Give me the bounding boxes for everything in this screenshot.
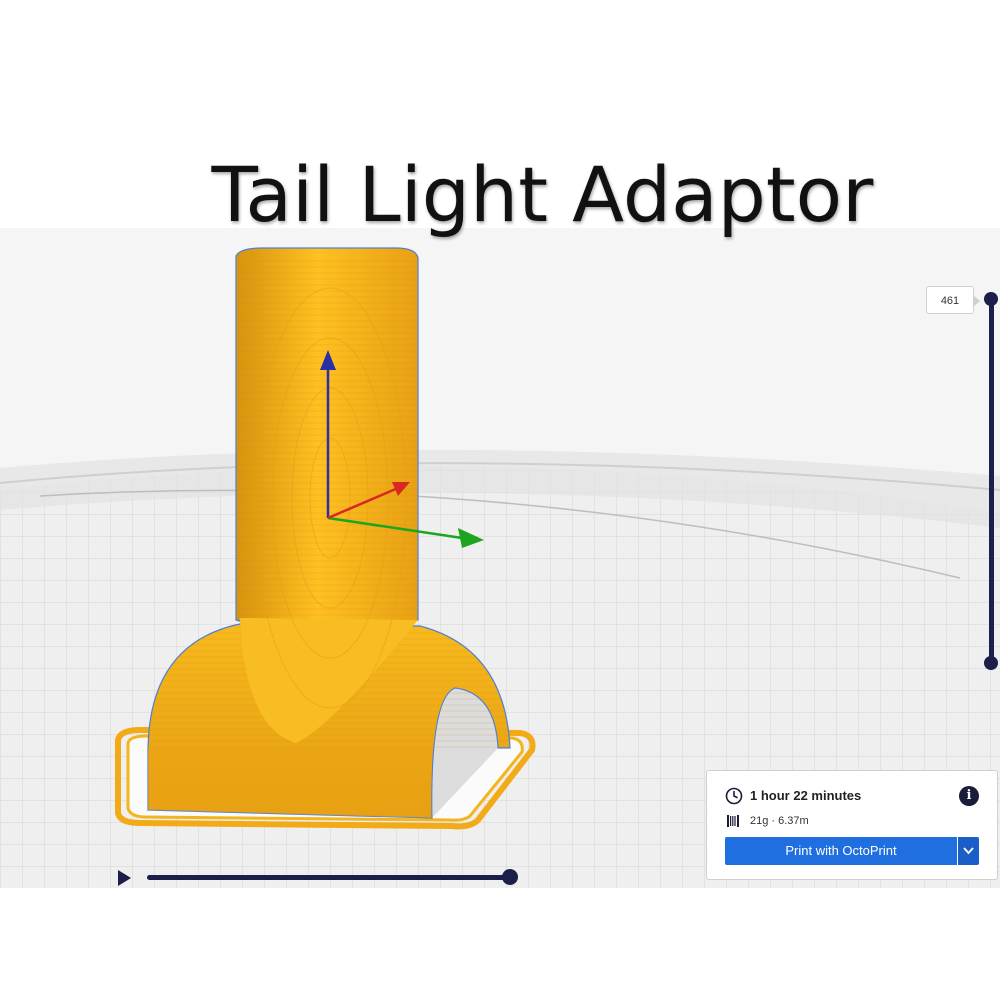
layer-slider-bottom-handle[interactable] (984, 656, 998, 670)
simulation-slider-handle[interactable] (502, 869, 518, 885)
chevron-down-icon (963, 847, 974, 855)
print-with-octoprint-button[interactable]: Print with OctoPrint (725, 837, 957, 865)
print-info-panel: 1 hour 22 minutes i 21g · 6.37m Print wi… (706, 770, 998, 880)
clock-icon (725, 787, 743, 805)
info-icon[interactable]: i (959, 786, 979, 806)
layer-slider-track[interactable] (989, 298, 994, 666)
play-icon[interactable] (118, 870, 131, 886)
spool-icon (727, 815, 739, 827)
layer-slider-top-handle[interactable] (984, 292, 998, 306)
print-duration: 1 hour 22 minutes (750, 788, 862, 803)
layer-number-label[interactable]: 461 (926, 286, 980, 314)
page-title: Tail Light Adaptor (211, 150, 874, 239)
layer-slider[interactable] (984, 290, 1000, 670)
print-options-dropdown[interactable] (958, 837, 979, 865)
material-usage: 21g · 6.37m (750, 815, 809, 827)
simulation-slider-track[interactable] (147, 875, 509, 880)
